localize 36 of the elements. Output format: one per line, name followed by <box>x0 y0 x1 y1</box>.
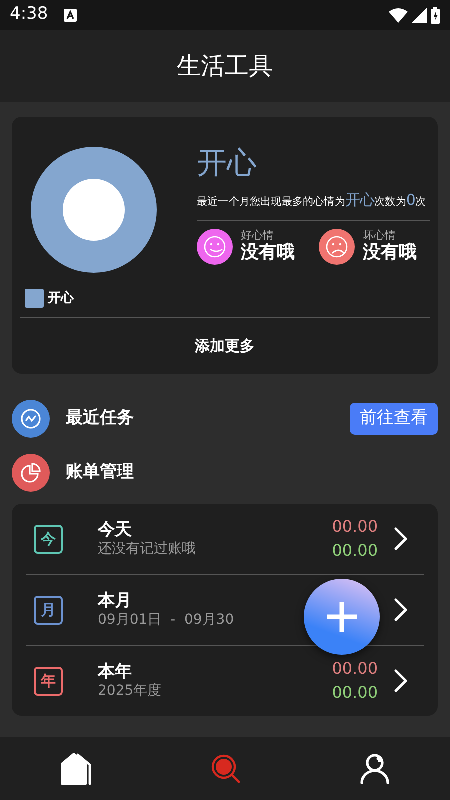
period-badge: 年 <box>34 666 63 696</box>
chevron-right-icon <box>394 527 408 551</box>
period-badge: 月 <box>34 596 63 624</box>
expense-amount: 00.00 <box>332 658 378 680</box>
bill-period-title: 本年 <box>98 662 132 682</box>
signal-icon <box>412 8 427 22</box>
mood-stat-value: 没有哦 <box>241 242 295 264</box>
income-amount: 00.00 <box>332 540 378 562</box>
battery-icon <box>431 6 440 24</box>
view-button[interactable]: 前往查看 <box>350 403 438 435</box>
plus-icon <box>325 600 359 634</box>
bill-period-subtitle: 09月01日 - 09月30 <box>98 611 234 630</box>
mood-stat-value: 没有哦 <box>363 242 417 264</box>
income-amount: 00.00 <box>332 682 378 704</box>
expense-amount: 00.00 <box>332 516 378 538</box>
period-badge: 今 <box>34 524 63 554</box>
bill-row[interactable]: 今 今天 还没有记过账哦 00.00 00.00 <box>26 504 424 574</box>
bill-period-title: 今天 <box>98 520 132 540</box>
mood-stat-label: 坏心情 <box>363 230 397 242</box>
bill-period-title: 本月 <box>98 590 132 612</box>
wifi-icon <box>389 8 408 22</box>
section-title: 最近任务 <box>66 407 135 430</box>
page-title: 生活工具 <box>177 51 273 82</box>
legend-label: 开心 <box>48 290 74 308</box>
mood-stat-label: 好心情 <box>241 230 275 242</box>
chevron-right-icon <box>394 669 408 693</box>
notification-icon <box>64 8 78 22</box>
bill-period-subtitle: 2025年度 <box>98 682 162 700</box>
bill-period-subtitle: 还没有记过账哦 <box>98 540 196 558</box>
chevron-right-icon <box>394 598 408 622</box>
mood-summary: 最近一个月您出现最多的心情为开心次数为0次 <box>197 190 426 211</box>
add-more-button[interactable]: 添加更多 <box>194 334 256 358</box>
bill-row[interactable]: 年 本年 2025年度 00.00 00.00 <box>26 646 424 716</box>
status-time: 4:38 <box>10 3 48 26</box>
mood-title: 开心 <box>197 147 258 180</box>
section-title: 账单管理 <box>66 461 135 484</box>
